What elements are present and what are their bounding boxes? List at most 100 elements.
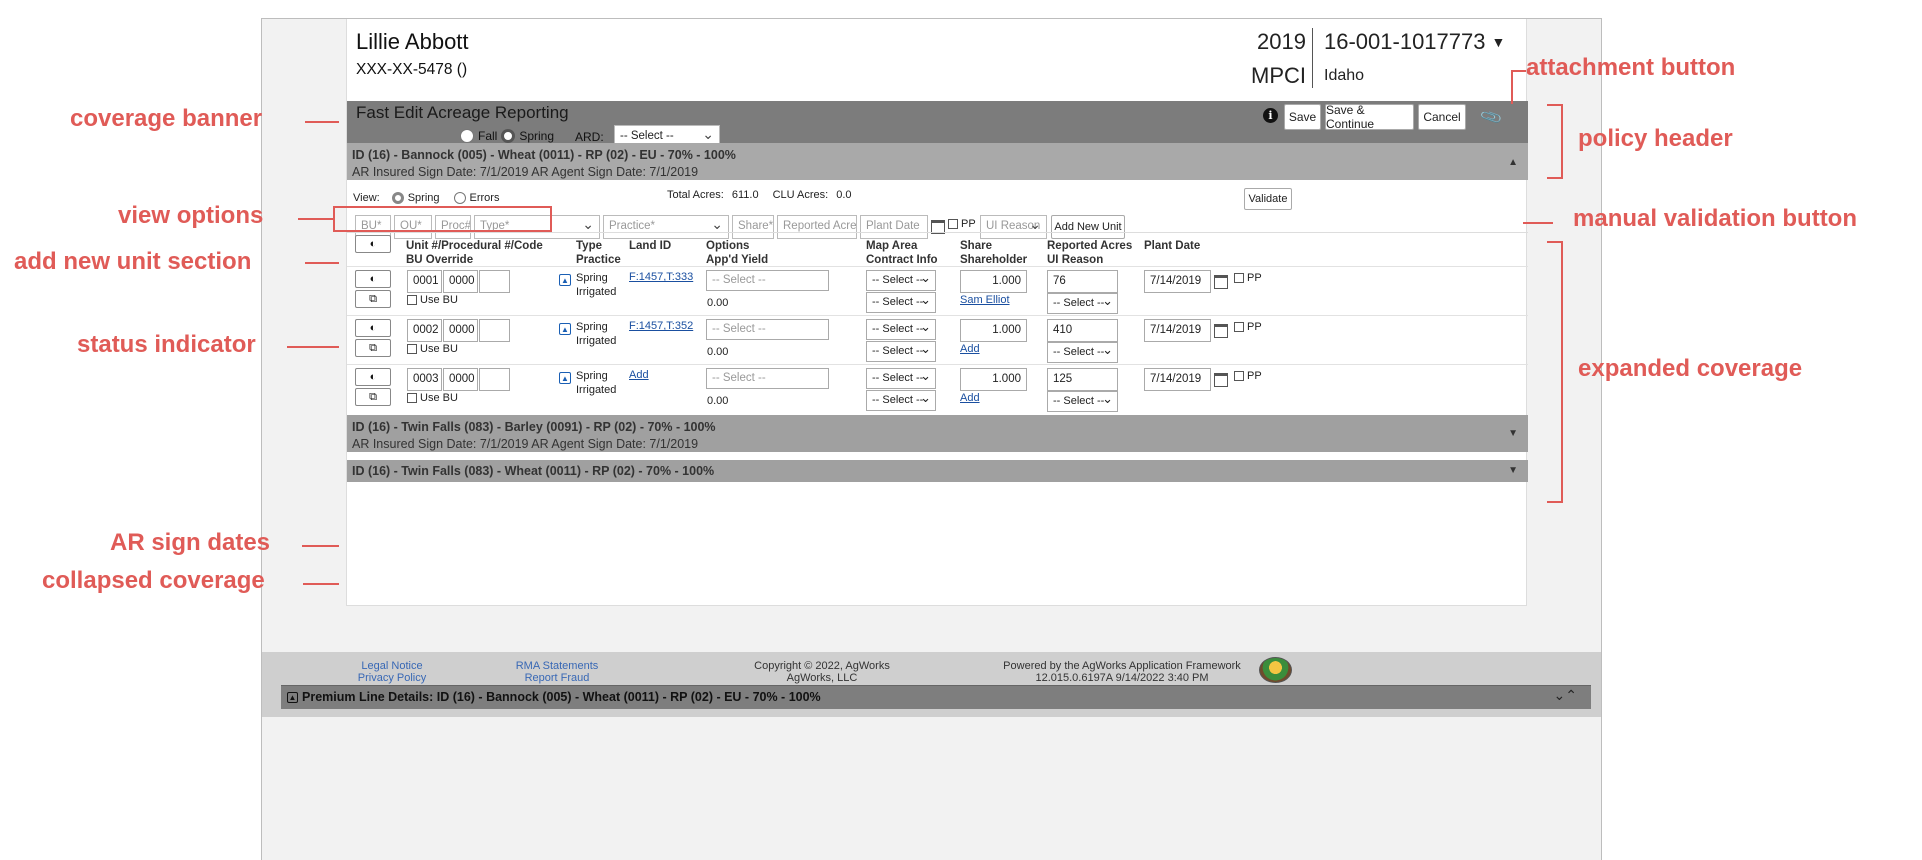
share-input[interactable]: 1.000 [960,270,1027,293]
pp-checkbox[interactable] [1234,371,1244,381]
chevron-down-icon[interactable]: ▼ [1508,428,1518,439]
new-unit-pp[interactable]: PP [948,218,976,230]
collapse-row-icon[interactable]: ▲ [559,323,571,335]
collapse-row-icon[interactable]: ▲ [559,372,571,384]
pp-checkbox[interactable] [1234,273,1244,283]
pp-option[interactable]: PP [1234,272,1262,284]
pp-option[interactable]: PP [1234,321,1262,333]
save-button[interactable]: Save [1284,104,1321,130]
chevron-up-icon[interactable]: ▲ [1508,157,1518,168]
report-fraud-link[interactable]: Report Fraud [497,672,617,684]
map-area-select[interactable]: -- Select -- [866,270,936,291]
col-contract-label: Contract Info [866,254,938,266]
reported-acres-input[interactable]: 76 [1047,270,1118,293]
cancel-button[interactable]: Cancel [1418,104,1466,130]
collapse-row-icon[interactable]: ▲ [559,274,571,286]
chevron-down-icon[interactable]: ▼ [1508,465,1518,476]
ui-reason-select[interactable]: -- Select -- [1047,342,1118,363]
use-bu-option[interactable]: Use BU [407,294,458,306]
options-select[interactable]: -- Select -- [706,319,829,340]
pp-checkbox[interactable] [948,219,958,229]
view-spring-radio[interactable] [391,192,404,204]
use-bu-option[interactable]: Use BU [407,392,458,404]
paperclip-icon[interactable]: 📎 [1479,105,1504,129]
code-input[interactable] [479,368,510,391]
pp-label: PP [961,218,976,230]
col-practice-label: Practice [576,254,621,266]
land-id-link[interactable]: F:1457,T:333 [629,271,693,283]
new-unit-plant-date-input[interactable]: Plant Date [860,215,928,239]
contract-info-select[interactable]: -- Select -- [866,292,936,313]
land-id-link[interactable]: F:1457,T:352 [629,320,693,332]
plant-date-input[interactable]: 7/14/2019 [1144,319,1211,342]
new-unit-share-input[interactable]: Share* [732,215,774,239]
status-indicator-button[interactable]: ◐ [355,270,391,288]
use-bu-checkbox[interactable] [407,344,417,354]
view-errors-radio[interactable] [453,192,466,204]
fall-radio[interactable] [460,129,474,143]
pp-checkbox[interactable] [1234,322,1244,332]
policy-year: 2019 [1257,29,1306,54]
spring-radio[interactable] [501,129,516,143]
policy-selector[interactable]: 16-001-1017773 ▼ [1324,29,1505,55]
use-bu-checkbox[interactable] [407,295,417,305]
procedural-number-input[interactable]: 0000 [443,270,478,293]
options-select[interactable]: -- Select -- [706,368,829,389]
calendar-icon[interactable] [1214,324,1228,338]
map-area-select[interactable]: -- Select -- [866,319,936,340]
new-unit-reported-input[interactable]: Reported Acres [777,215,857,239]
land-id-link[interactable]: Add [629,369,649,381]
copy-unit-button[interactable]: ⧉ [355,388,391,406]
toggle-all-status-button[interactable]: ◐ [355,235,391,253]
code-input[interactable] [479,319,510,342]
use-bu-checkbox[interactable] [407,393,417,403]
unit-number-input[interactable]: 0002 [407,319,442,342]
expand-icon[interactable]: ▲ [287,691,298,703]
privacy-policy-link[interactable]: Privacy Policy [332,672,452,684]
ui-reason-select[interactable]: -- Select -- [1047,391,1118,412]
use-bu-label: Use BU [420,294,458,306]
shareholder-link[interactable]: Sam Elliot [960,294,1010,306]
unit-number-input[interactable]: 0003 [407,368,442,391]
unit-number-input[interactable]: 0001 [407,270,442,293]
status-indicator-button[interactable]: ◐ [355,368,391,386]
copy-unit-button[interactable]: ⧉ [355,290,391,308]
status-indicator-button[interactable]: ◐ [355,319,391,337]
validate-button[interactable]: Validate [1244,188,1292,210]
share-input[interactable]: 1.000 [960,368,1027,391]
reported-acres-input[interactable]: 125 [1047,368,1118,391]
coverage-header-expanded[interactable]: ID (16) - Bannock (005) - Wheat (0011) -… [347,143,1528,180]
pp-option[interactable]: PP [1234,370,1262,382]
premium-line-bar[interactable]: ▲ Premium Line Details: ID (16) - Bannoc… [281,685,1591,709]
copy-unit-button[interactable]: ⧉ [355,339,391,357]
plant-date-input[interactable]: 7/14/2019 [1144,368,1211,391]
contract-info-select[interactable]: -- Select -- [866,390,936,411]
calendar-icon[interactable] [1214,373,1228,387]
collapse-chevrons-icon[interactable]: ⌄⌃ [1554,687,1577,704]
coverage-header-collapsed[interactable]: ID (16) - Twin Falls (083) - Barley (009… [347,415,1528,452]
new-unit-ui-reason-select[interactable]: UI Reason [980,215,1047,239]
procedural-number-input[interactable]: 0000 [443,319,478,342]
new-unit-practice-select[interactable]: Practice* [603,215,729,239]
calendar-icon[interactable] [1214,275,1228,289]
coverage-header-collapsed[interactable]: ID (16) - Twin Falls (083) - Wheat (0011… [347,460,1528,482]
procedural-number-input[interactable]: 0000 [443,368,478,391]
code-input[interactable] [479,270,510,293]
map-area-select[interactable]: -- Select -- [866,368,936,389]
contract-info-select[interactable]: -- Select -- [866,341,936,362]
ui-reason-select[interactable]: -- Select -- [1047,293,1118,314]
plant-date-input[interactable]: 7/14/2019 [1144,270,1211,293]
customer-ssn: XXX-XX-5478 () [356,61,468,78]
reported-acres-input[interactable]: 410 [1047,319,1118,342]
rma-statements-link[interactable]: RMA Statements [497,660,617,672]
add-new-unit-button[interactable]: Add New Unit [1051,215,1125,239]
use-bu-option[interactable]: Use BU [407,343,458,355]
legal-notice-link[interactable]: Legal Notice [332,660,452,672]
save-continue-button[interactable]: Save & Continue [1325,103,1414,131]
shareholder-link[interactable]: Add [960,343,980,355]
coverage-title: ID (16) - Bannock (005) - Wheat (0011) -… [352,148,736,162]
shareholder-link[interactable]: Add [960,392,980,404]
options-select[interactable]: -- Select -- [706,270,829,291]
info-icon[interactable]: i [1263,108,1278,123]
share-input[interactable]: 1.000 [960,319,1027,342]
